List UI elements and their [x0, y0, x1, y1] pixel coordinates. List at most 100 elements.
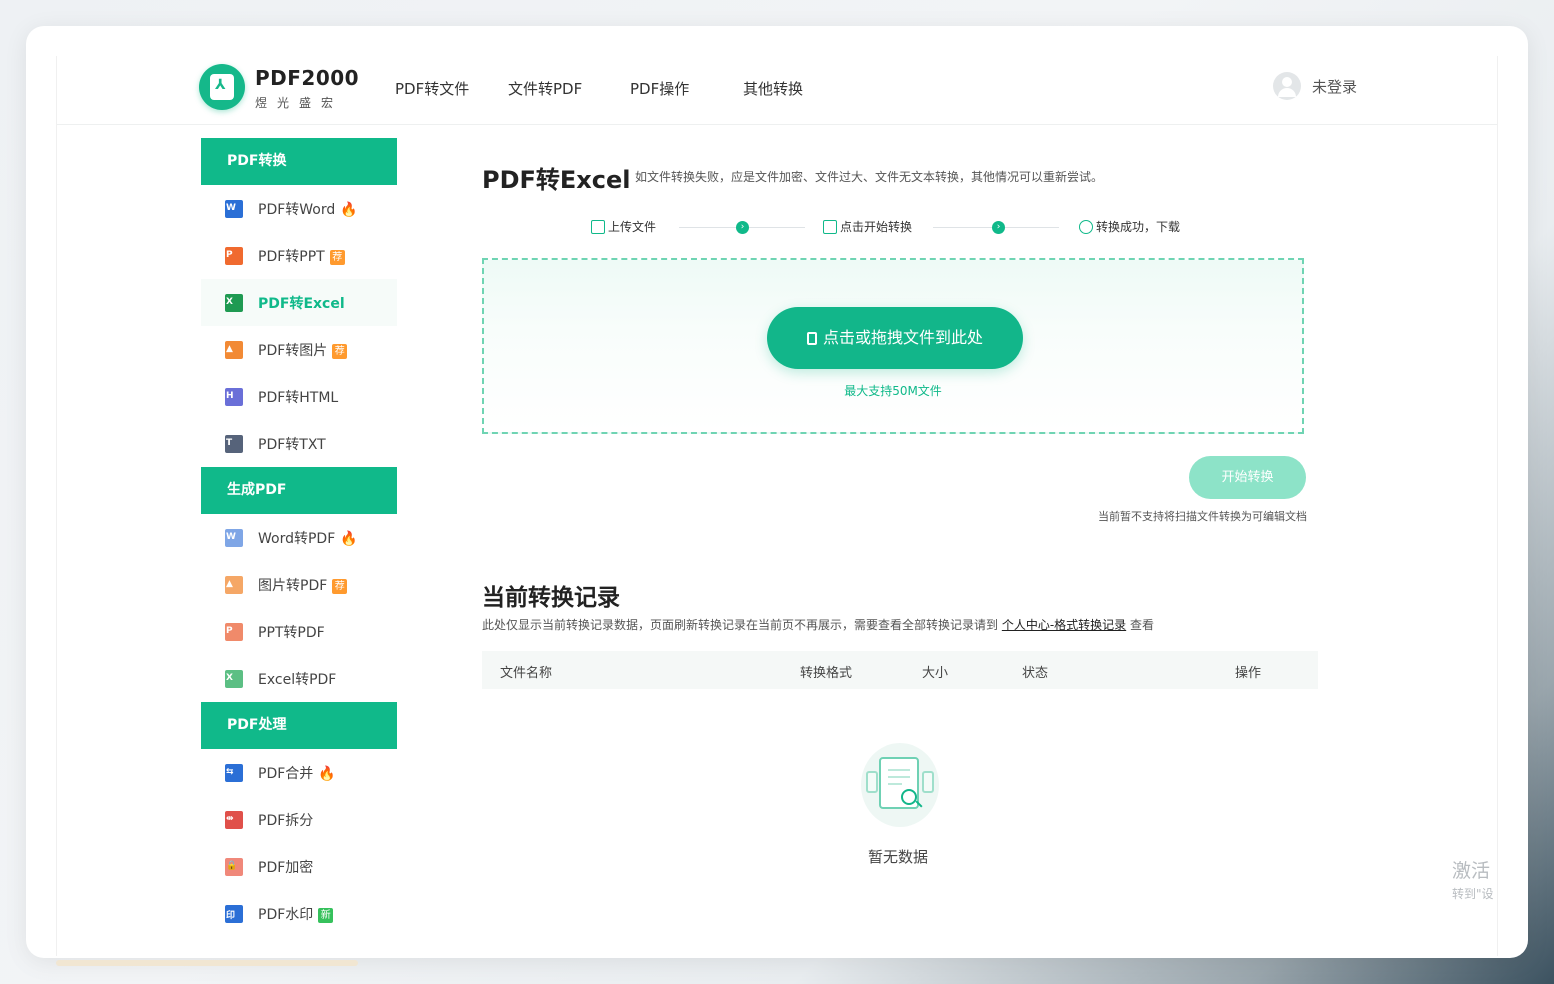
sidebar-item[interactable]: W Word转PDF 🔥	[201, 514, 397, 561]
pdf2000-logo[interactable]: ⅄	[199, 64, 245, 110]
sidebar-item-label: PDF转图片	[258, 343, 328, 359]
col-actions: 操作	[1235, 666, 1262, 681]
sidebar-item[interactable]: X PDF转Excel	[201, 279, 397, 326]
sidebar-item[interactable]: 🔒 PDF加密	[201, 843, 397, 890]
records-note: 此处仅显示当前转换记录数据，页面刷新转换记录在当前页不再展示，需要查看全部转换记…	[482, 616, 1154, 633]
file-drop-zone[interactable]: 点击或拖拽文件到此处 最大支持50M文件	[482, 258, 1304, 434]
sidebar-item-label: PDF转HTML	[258, 390, 339, 406]
image-file-icon: ▲	[225, 341, 243, 359]
new-badge: 新	[318, 908, 334, 923]
sidebar-item[interactable]: ▲ PDF转图片荐	[201, 326, 397, 373]
sidebar-item[interactable]: ▲ 图片转PDF 荐	[201, 561, 397, 608]
taskbar-fragment	[56, 960, 358, 966]
user-center-records-link[interactable]: 个人中心-格式转换记录	[1002, 618, 1126, 632]
sidebar-item-label: PDF转Excel	[258, 296, 345, 312]
col-file-name: 文件名称	[500, 666, 553, 681]
upload-folder-icon	[591, 220, 605, 234]
step-upload: 上传文件	[591, 218, 656, 235]
ppt-to-pdf-icon: P	[225, 623, 243, 641]
user-avatar-icon[interactable]	[1273, 72, 1301, 100]
col-status: 状态	[1022, 666, 1049, 681]
empty-state-icon	[861, 743, 939, 827]
word-to-pdf-icon: W	[225, 529, 243, 547]
nav-pdf-operations[interactable]: PDF操作	[630, 78, 689, 99]
windows-activation-watermark: 激活 转到"设	[1452, 856, 1494, 902]
pdf-split-icon: ⇹	[225, 811, 243, 829]
sidebar-item[interactable]: ⇆ PDF合并 🔥	[201, 749, 397, 796]
step-done-label: 转换成功，下载	[1096, 220, 1181, 234]
conversion-tip: 如文件转换失败，应是文件加密、文件过大、文件无文本转换，其他情况可以重新尝试。	[635, 170, 1104, 184]
records-note-suffix: 查看	[1126, 618, 1154, 632]
nav-file-to-pdf[interactable]: 文件转PDF	[508, 78, 582, 99]
nav-other-conversion[interactable]: 其他转换	[743, 78, 803, 99]
steps-indicator: 上传文件 › 点击开始转换 › 转换成功，下载	[591, 218, 1211, 238]
hot-fire-icon: 🔥	[340, 531, 358, 547]
upload-button-label: 点击或拖拽文件到此处	[822, 328, 983, 347]
records-title: 当前转换记录	[482, 585, 620, 611]
page-content: ⅄ PDF2000 煜光盛宏 PDF转文件 文件转PDF PDF操作 其他转换 …	[56, 56, 1498, 956]
sidebar-item-label: PDF转Word	[258, 202, 336, 218]
sidebar-item-label: PDF合并	[258, 766, 314, 782]
sidebar-item[interactable]: H PDF转HTML	[201, 373, 397, 420]
recommended-badge: 荐	[329, 250, 345, 265]
hot-fire-icon: 🔥	[340, 202, 358, 218]
sidebar-item-label: PPT转PDF	[258, 625, 325, 641]
records-table-header: 文件名称 转换格式 大小 状态 操作	[482, 651, 1318, 689]
convert-doc-icon	[823, 220, 837, 234]
scan-unsupported-note: 当前暂不支持将扫描文件转换为可编辑文档	[1098, 510, 1307, 523]
pdf-lock-icon: 🔒	[225, 858, 243, 876]
sidebar-section-title: 生成PDF	[201, 467, 397, 514]
sidebar-item-label: PDF转TXT	[258, 437, 326, 453]
sidebar-section-title: PDF转换	[201, 138, 397, 185]
col-size: 大小	[922, 666, 949, 681]
sidebar-item[interactable]: P PDF转PPT 荐	[201, 232, 397, 279]
recommended-badge: 荐	[332, 579, 348, 594]
excel-to-pdf-icon: X	[225, 670, 243, 688]
step-arrow-icon: ›	[736, 221, 749, 234]
pdf-watermark-icon: 印	[225, 905, 243, 923]
max-size-note: 最大支持50M文件	[844, 384, 942, 398]
sidebar: PDF转换 W PDF转Word 🔥 P PDF转PPT 荐 X PDF转Excel ▲ PDF转图…	[201, 138, 397, 937]
sidebar-item[interactable]: 印 PDF水印新	[201, 890, 397, 937]
col-format: 转换格式	[800, 666, 853, 681]
step-arrow-icon: ›	[992, 221, 1005, 234]
file-icon	[806, 332, 817, 345]
html-file-icon: H	[225, 388, 243, 406]
nav-pdf-to-file[interactable]: PDF转文件	[395, 78, 469, 99]
step-done: 转换成功，下载	[1079, 218, 1180, 235]
hot-fire-icon: 🔥	[318, 766, 336, 782]
upload-button[interactable]: 点击或拖拽文件到此处	[767, 307, 1023, 369]
check-circle-icon	[1079, 220, 1093, 234]
empty-state-text: 暂无数据	[868, 848, 929, 866]
step-start-label: 点击开始转换	[840, 220, 913, 234]
sidebar-item-label: PDF水印	[258, 907, 314, 923]
sidebar-item[interactable]: T PDF转TXT	[201, 420, 397, 467]
sidebar-item-label: 图片转PDF	[258, 578, 328, 594]
ppt-file-icon: P	[225, 247, 243, 265]
sidebar-item[interactable]: ⇹ PDF拆分	[201, 796, 397, 843]
sidebar-section-title: PDF处理	[201, 702, 397, 749]
records-note-text: 此处仅显示当前转换记录数据，页面刷新转换记录在当前页不再展示，需要查看全部转换记…	[482, 618, 1002, 632]
sidebar-item-label: PDF转PPT	[258, 249, 325, 265]
brand-name[interactable]: PDF2000	[255, 66, 359, 90]
watermark-line2: 转到"设	[1452, 887, 1494, 901]
start-convert-button[interactable]: 开始转换	[1189, 456, 1306, 499]
brand-subtitle: 煜光盛宏	[255, 96, 344, 110]
sidebar-item-label: PDF拆分	[258, 813, 314, 829]
watermark-line1: 激活	[1452, 860, 1491, 882]
image-to-pdf-icon: ▲	[225, 576, 243, 594]
pdf-merge-icon: ⇆	[225, 764, 243, 782]
step-start: 点击开始转换	[823, 218, 912, 235]
word-file-icon: W	[225, 200, 243, 218]
txt-file-icon: T	[225, 435, 243, 453]
login-status[interactable]: 未登录	[1312, 76, 1357, 97]
sidebar-item[interactable]: X Excel转PDF	[201, 655, 397, 702]
sidebar-item[interactable]: W PDF转Word 🔥	[201, 185, 397, 232]
page-title: PDF转Excel	[482, 166, 631, 194]
recommended-badge: 荐	[332, 344, 348, 359]
top-header: ⅄ PDF2000 煜光盛宏 PDF转文件 文件转PDF PDF操作 其他转换 …	[57, 56, 1497, 125]
sidebar-item[interactable]: P PPT转PDF	[201, 608, 397, 655]
excel-file-icon: X	[225, 294, 243, 312]
sidebar-item-label: Excel转PDF	[258, 672, 337, 688]
browser-window: ⅄ PDF2000 煜光盛宏 PDF转文件 文件转PDF PDF操作 其他转换 …	[26, 26, 1528, 958]
